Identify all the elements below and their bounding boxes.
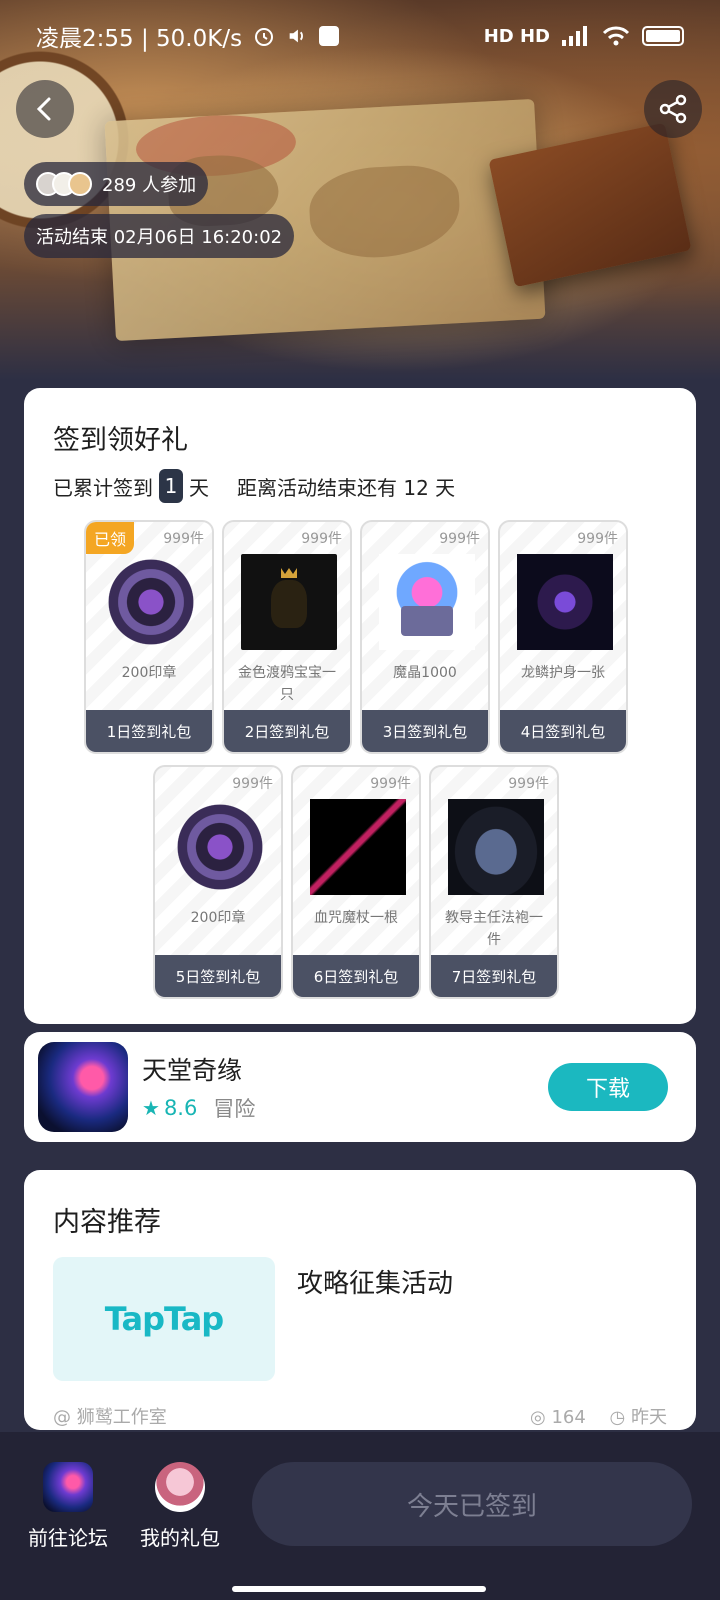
download-button[interactable]: 下载 bbox=[548, 1063, 668, 1111]
star-icon: ★ bbox=[142, 1096, 160, 1120]
alarm-icon bbox=[255, 28, 274, 46]
share-icon bbox=[659, 94, 687, 124]
reward-label: 2日签到礼包 bbox=[224, 710, 350, 752]
reward-stock: 999件 bbox=[370, 776, 411, 792]
dragon-scale-icon bbox=[517, 554, 613, 650]
avatar bbox=[68, 172, 92, 196]
reward-label: 4日签到礼包 bbox=[500, 710, 626, 752]
accumulated-suffix: 天 bbox=[189, 475, 209, 500]
checked-in-button[interactable]: 今天已签到 bbox=[252, 1462, 692, 1546]
app-info: 天堂奇缘 ★ 8.6 冒险 bbox=[142, 1051, 548, 1123]
reward-stock: 999件 bbox=[232, 776, 273, 792]
reward-stock: 999件 bbox=[439, 531, 480, 547]
taptap-logo: TapTap bbox=[53, 1257, 275, 1381]
reward-stock: 999件 bbox=[508, 776, 549, 792]
reward-day-6[interactable]: 999件 血咒魔杖一根 6日签到礼包 bbox=[291, 765, 421, 999]
app-notification-icon bbox=[319, 26, 340, 46]
status-time: 凌晨2:55 | 50.0K/s bbox=[36, 26, 243, 52]
reward-name: 龙鳞护身一张 bbox=[521, 665, 605, 681]
remaining-days: 距离活动结束还有 12 天 bbox=[237, 475, 456, 500]
reward-day-3[interactable]: 999件 魔晶1000 3日签到礼包 bbox=[360, 520, 490, 754]
post-views: 164 bbox=[551, 1407, 586, 1428]
share-button[interactable] bbox=[644, 80, 702, 138]
robe-icon bbox=[448, 799, 544, 895]
reward-day-1[interactable]: 已领 999件 200印章 1日签到礼包 bbox=[84, 520, 214, 754]
reward-name: 教导主任法袍一件 bbox=[445, 910, 543, 948]
forum-app-icon bbox=[43, 1462, 93, 1512]
bottom-bar: 前往论坛 我的礼包 今天已签到 bbox=[0, 1432, 720, 1600]
checkin-card: 签到领好礼 已累计签到 1 天 距离活动结束还有 12 天 已领 999件 20… bbox=[24, 388, 696, 1024]
network-labels: HD HD bbox=[483, 25, 550, 47]
reward-label: 1日签到礼包 bbox=[86, 710, 212, 752]
post-time: 昨天 bbox=[631, 1407, 667, 1428]
reward-label: 6日签到礼包 bbox=[293, 955, 419, 997]
participants-count: 289 人参加 bbox=[102, 175, 197, 196]
reward-label: 7日签到礼包 bbox=[431, 955, 557, 997]
post-footer: @ 狮鹫工作室 ◎ 164 ◷ 昨天 bbox=[53, 1403, 667, 1429]
app-meta: ★ 8.6 冒险 bbox=[142, 1093, 548, 1123]
accumulated-prefix: 已累计签到 bbox=[53, 475, 153, 500]
participant-avatars bbox=[36, 172, 92, 196]
reward-day-2[interactable]: 999件 金色渡鸦宝宝一只 2日签到礼包 bbox=[222, 520, 352, 754]
staff-icon bbox=[310, 799, 406, 895]
reward-stock: 999件 bbox=[577, 531, 618, 547]
status-bar: 凌晨2:55 | 50.0K/s HD HD bbox=[0, 0, 720, 72]
reward-name: 200印章 bbox=[190, 910, 246, 926]
battery-icon bbox=[642, 26, 684, 46]
reward-stock: 999件 bbox=[163, 531, 204, 547]
reward-name: 魔晶1000 bbox=[393, 665, 457, 681]
reward-name: 200印章 bbox=[121, 665, 177, 681]
reward-stock: 999件 bbox=[301, 531, 342, 547]
claimed-badge: 已领 bbox=[86, 522, 135, 554]
forum-label: 前往论坛 bbox=[28, 1526, 108, 1550]
seal-icon bbox=[103, 554, 199, 650]
home-indicator[interactable] bbox=[232, 1586, 486, 1592]
back-arrow-icon bbox=[36, 97, 51, 121]
seal-icon bbox=[172, 799, 268, 895]
participants-pill[interactable]: 289 人参加 bbox=[24, 162, 209, 206]
app-genre: 冒险 bbox=[213, 1097, 256, 1121]
reward-label: 3日签到礼包 bbox=[362, 710, 488, 752]
my-gifts-button[interactable]: 我的礼包 bbox=[140, 1462, 220, 1551]
post-title: 攻略征集活动 bbox=[297, 1269, 454, 1299]
volume-icon bbox=[289, 29, 304, 43]
clock-icon: ◷ bbox=[609, 1407, 626, 1428]
accumulated-days: 1 bbox=[159, 469, 183, 503]
gift-avatar-icon bbox=[155, 1462, 205, 1512]
signal-icon bbox=[562, 26, 587, 46]
eye-icon: ◎ bbox=[530, 1407, 546, 1428]
checkin-title: 签到领好礼 bbox=[53, 425, 188, 456]
post-stats: ◎ 164 ◷ 昨天 bbox=[530, 1403, 667, 1429]
reward-day-7[interactable]: 999件 教导主任法袍一件 7日签到礼包 bbox=[429, 765, 559, 999]
reward-label: 5日签到礼包 bbox=[155, 955, 281, 997]
gift-label: 我的礼包 bbox=[140, 1526, 220, 1550]
back-button[interactable] bbox=[16, 80, 74, 138]
reward-name: 金色渡鸦宝宝一只 bbox=[238, 665, 336, 703]
event-end-pill: 活动结束 02月06日 16:20:02 bbox=[24, 214, 295, 258]
reward-name: 血咒魔杖一根 bbox=[314, 910, 398, 926]
crystal-chest-icon bbox=[379, 554, 475, 650]
checkin-progress: 已累计签到 1 天 距离活动结束还有 12 天 bbox=[53, 469, 667, 503]
app-card[interactable]: 天堂奇缘 ★ 8.6 冒险 下载 bbox=[24, 1032, 696, 1142]
app-rating: 8.6 bbox=[163, 1096, 198, 1120]
app-icon[interactable] bbox=[38, 1042, 128, 1132]
golden-raven-icon bbox=[241, 554, 337, 650]
content-card: 内容推荐 TapTap 攻略征集活动 @ 狮鹫工作室 ◎ 164 ◷ 昨天 bbox=[24, 1170, 696, 1430]
post-author: @ 狮鹫工作室 bbox=[53, 1407, 167, 1428]
reward-day-5[interactable]: 999件 200印章 5日签到礼包 bbox=[153, 765, 283, 999]
content-title: 内容推荐 bbox=[53, 1207, 161, 1238]
reward-day-4[interactable]: 999件 龙鳞护身一张 4日签到礼包 bbox=[498, 520, 628, 754]
app-name: 天堂奇缘 bbox=[142, 1056, 243, 1085]
post-item[interactable]: TapTap 攻略征集活动 bbox=[53, 1257, 667, 1381]
wifi-icon bbox=[602, 26, 630, 46]
event-end-time: 活动结束 02月06日 16:20:02 bbox=[36, 227, 283, 248]
forum-button[interactable]: 前往论坛 bbox=[28, 1462, 108, 1551]
